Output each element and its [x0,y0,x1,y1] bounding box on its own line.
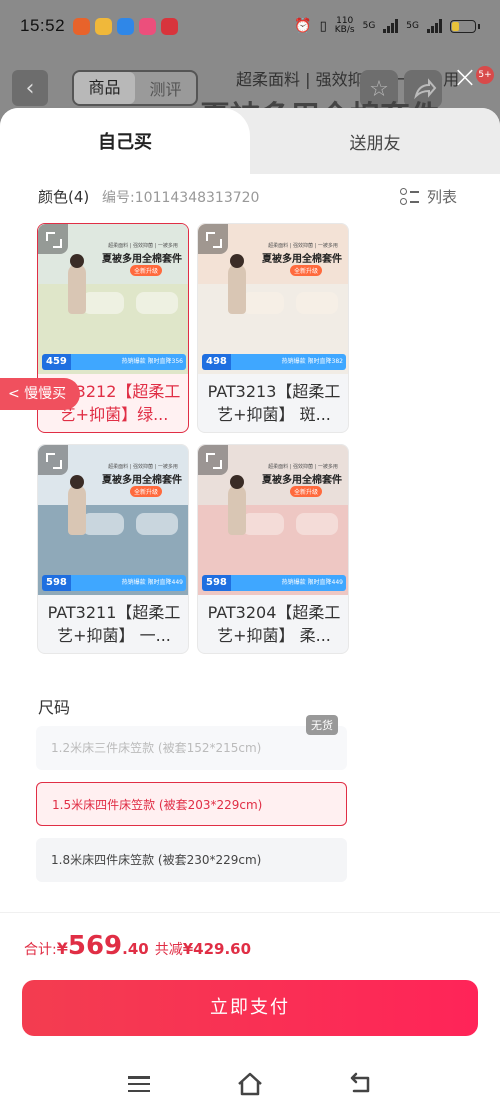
product-code-label: 编号: [102,190,135,206]
color-option-name: PAT3211【超柔工艺+抑菌】 一... [47,603,181,645]
size-section-title: 尺码 [38,698,71,717]
color-option-card[interactable]: 超柔面料 | 强效抑菌 | 一被多用 夏被多用全棉套件 全新升级 598 热销爆款… [37,444,189,654]
expand-icon[interactable] [38,224,68,254]
total-currency: ¥ [56,939,68,958]
expand-icon[interactable] [38,445,68,475]
color-option-card[interactable]: 超柔面料 | 强效抑菌 | 一被多用 夏被多用全棉套件 全新升级 598 热销爆款… [197,444,349,654]
total-decimal: .40 [122,940,149,958]
status-bar: 15:52 ⏰ ▯ 110 KB/s 5G 5G [0,0,500,52]
thumbnail-slogan: 超柔面料 | 强效抑菌 | 一被多用 [108,243,178,249]
thumbnail-tag: 全新升级 [130,265,163,276]
status-indicators: ⏰ ▯ 110 KB/s 5G 5G [294,17,480,35]
list-view-icon [400,188,419,205]
thumbnail-promo: 热销爆款 限时直降382 [230,354,346,370]
thumbnail-slogan: 超柔面料 | 强效抑菌 | 一被多用 [108,464,178,470]
size-option[interactable]: 1.8米床四件床笠款 (被套230*229cm) [36,838,347,882]
app-notification-icon [73,17,91,35]
thumbnail-tag: 全新升级 [290,486,323,497]
tab-buy-for-self[interactable]: 自己买 [0,108,250,174]
app-notification-icon [161,17,179,35]
thumbnail-price: 598 [42,575,71,591]
thumbnail-price: 598 [202,575,231,591]
sim1-label: 5G [362,21,376,31]
thumbnail-slogan: 超柔面料 | 强效抑菌 | 一被多用 [268,464,338,470]
tab-product[interactable]: 商品 [74,72,135,104]
list-view-label: 列表 [427,188,458,206]
background-tab-switch[interactable]: 商品 测评 [72,70,198,106]
thumbnail-promo: 热销爆款 限时直降356 [70,354,186,370]
slow-buy-tag[interactable]: < 慢慢买 [0,378,81,410]
thumbnail-tag: 全新升级 [290,265,323,276]
notification-app-icons [73,17,179,35]
vibrate-icon: ▯ [319,18,327,34]
expand-icon[interactable] [198,224,228,254]
close-icon[interactable]: × [450,63,480,94]
thumbnail-title: 夏被多用全棉套件 [262,254,342,265]
purchase-sheet: 自己买 送朋友 颜色(4) 编号:10114348313720 列表 超柔面料 … [0,108,500,1111]
tab-gift-to-friend[interactable]: 送朋友 [250,108,500,174]
thumbnail-promo: 热销爆款 限时直降449 [70,575,186,591]
back-chevron-icon[interactable]: ‹ [12,70,48,106]
total-bar: 合计: ¥ 569 .40 共减 ¥429.60 [0,912,500,976]
tab-review[interactable]: 测评 [135,76,196,100]
discount-value: ¥429.60 [182,940,252,958]
app-notification-icon [139,17,157,35]
signal-icon [427,19,442,33]
product-code-value: 10114348313720 [134,190,260,206]
back-icon[interactable] [348,1072,374,1094]
size-option: 1.2米床三件床笠款 (被套152*215cm) [36,726,347,770]
system-nav-bar [0,1052,500,1111]
pay-now-button[interactable]: 立即支付 [22,980,478,1036]
thumbnail-tag: 全新升级 [130,486,163,497]
sheet-content[interactable]: 颜色(4) 编号:10114348313720 列表 超柔面料 | 强效抑菌 |… [0,174,500,912]
color-option-card[interactable]: 超柔面料 | 强效抑菌 | 一被多用 夏被多用全棉套件 全新升级 498 热销爆款… [197,223,349,433]
discount-label: 共减 [154,942,183,958]
color-section-header: 颜色(4) 编号:10114348313720 [38,186,259,207]
app-notification-icon [117,17,135,35]
status-time: 15:52 [20,16,66,35]
thumbnail-price: 498 [202,354,231,370]
network-speed: 110 KB/s [334,16,355,35]
total-label: 合计: [24,942,57,958]
color-section-title: 颜色(4) [38,188,90,206]
thumbnail-title: 夏被多用全棉套件 [102,475,182,486]
menu-icon[interactable] [128,1076,150,1092]
thumbnail-title: 夏被多用全棉套件 [102,254,182,265]
size-option[interactable]: 1.5米床四件床笠款 (被套203*229cm) [36,782,347,826]
color-option-name: PAT3204【超柔工艺+抑菌】 柔... [207,603,341,645]
home-icon[interactable] [236,1072,264,1096]
thumbnail-promo: 热销爆款 限时直降449 [230,575,346,591]
no-stock-badge: 无货 [306,715,338,735]
signal-icon [383,19,399,33]
thumbnail-price: 459 [42,354,71,370]
sheet-tab-strip: 自己买 送朋友 [0,108,500,174]
product-code: 编号:10114348313720 [102,190,259,206]
sim2-label: 5G [406,21,419,31]
thumbnail-slogan: 超柔面料 | 强效抑菌 | 一被多用 [268,243,338,249]
thumbnail-title: 夏被多用全棉套件 [262,475,342,486]
list-view-toggle[interactable]: 列表 [400,186,457,207]
expand-icon[interactable] [198,445,228,475]
app-notification-icon [95,17,113,35]
battery-icon [450,19,476,33]
alarm-icon: ⏰ [294,18,312,34]
total-integer: 569 [67,931,123,961]
color-option-name: PAT3213【超柔工艺+抑菌】 斑... [207,382,341,424]
